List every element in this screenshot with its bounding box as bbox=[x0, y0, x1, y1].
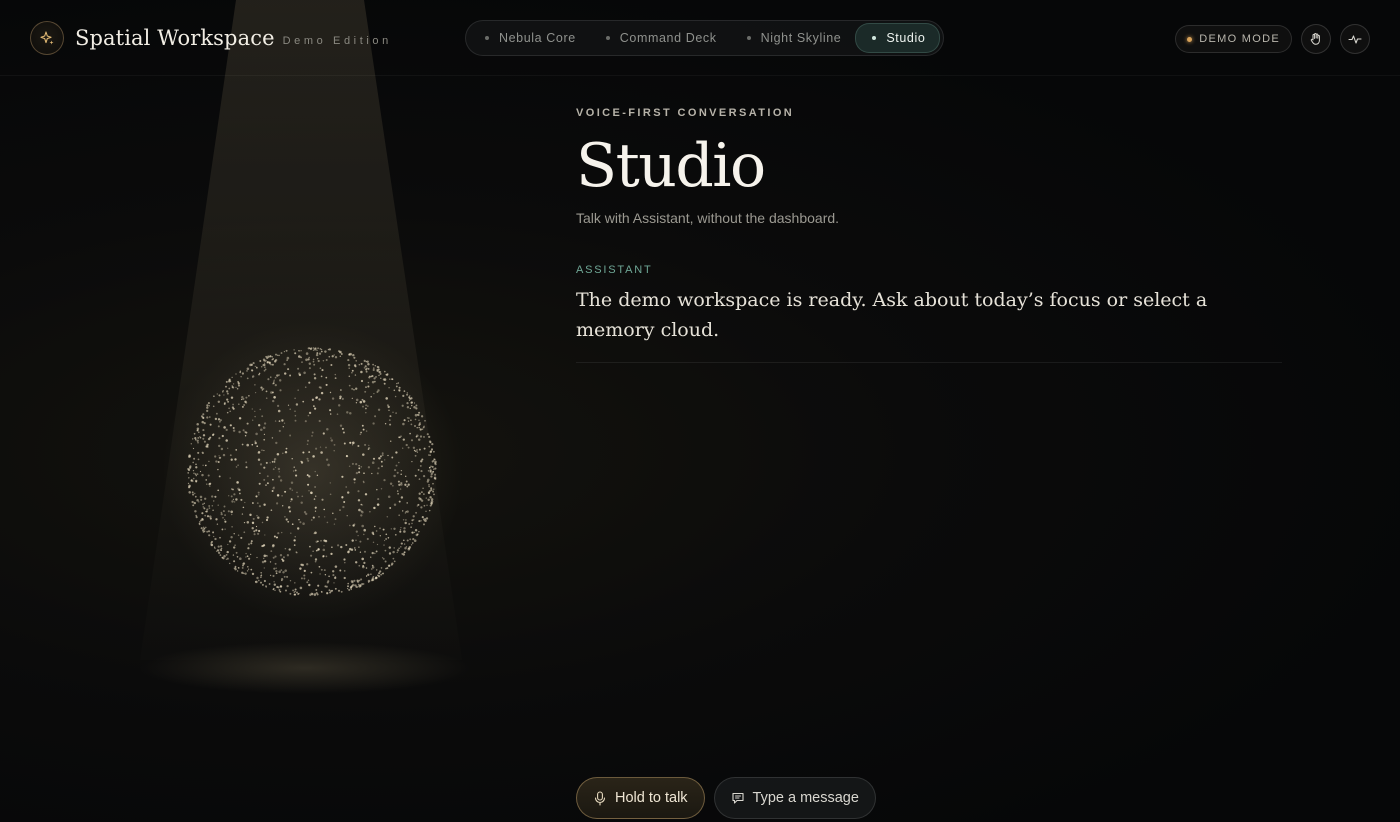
microphone-icon bbox=[593, 790, 607, 806]
message-role: ASSISTANT bbox=[576, 264, 653, 276]
assistant-message: The demo workspace is ready. Ask about t… bbox=[576, 289, 1208, 341]
page-eyebrow: VOICE-FIRST CONVERSATION bbox=[576, 107, 795, 119]
page-title: Studio bbox=[576, 131, 766, 201]
tab-label: Nebula Core bbox=[499, 31, 576, 45]
studio-page: Spatial Workspace Demo Edition Nebula Co… bbox=[0, 0, 1400, 822]
tab-label: Night Skyline bbox=[760, 31, 842, 45]
tab-dot bbox=[605, 36, 610, 40]
pulse-icon bbox=[1348, 35, 1362, 44]
hand-icon bbox=[1310, 33, 1320, 45]
header-tools: DEMO MODE bbox=[1175, 24, 1370, 54]
spotlight-visual bbox=[0, 0, 620, 720]
conversation-panel: VOICE-FIRST CONVERSATION Studio Talk wit… bbox=[576, 107, 1282, 363]
brand-title: Spatial Workspace bbox=[75, 26, 275, 50]
tab-nebula-core[interactable]: Nebula Core bbox=[469, 24, 590, 52]
demo-mode-badge[interactable]: DEMO MODE bbox=[1175, 25, 1292, 53]
brand[interactable]: Spatial Workspace Demo Edition bbox=[30, 21, 392, 55]
tab-label: Studio bbox=[886, 31, 926, 45]
hold-to-talk-button[interactable]: Hold to talk bbox=[576, 777, 705, 819]
floor-glow bbox=[140, 642, 470, 694]
tab-night-skyline[interactable]: Night Skyline bbox=[731, 24, 856, 52]
tab-dot bbox=[746, 36, 751, 40]
chat-bubble-icon bbox=[731, 791, 745, 805]
hold-to-talk-label: Hold to talk bbox=[615, 790, 688, 806]
gesture-button[interactable] bbox=[1301, 24, 1331, 54]
tab-studio[interactable]: Studio bbox=[855, 23, 941, 53]
activity-button[interactable] bbox=[1340, 24, 1370, 54]
tab-label: Command Deck bbox=[619, 31, 717, 45]
divider bbox=[576, 362, 1282, 363]
type-message-label: Type a message bbox=[752, 790, 859, 806]
tab-dot bbox=[485, 36, 489, 40]
page-subtitle: Talk with Assistant, without the dashboa… bbox=[576, 210, 840, 226]
demo-mode-label: DEMO MODE bbox=[1199, 33, 1280, 45]
scene-tabs: Nebula Core Command Deck Night Skyline S… bbox=[465, 20, 945, 56]
sparkle-icon bbox=[30, 21, 64, 55]
top-bar: Spatial Workspace Demo Edition Nebula Co… bbox=[0, 0, 1400, 76]
tab-command-deck[interactable]: Command Deck bbox=[590, 24, 731, 52]
tab-dot bbox=[872, 36, 877, 40]
status-dot bbox=[1187, 36, 1193, 42]
brand-subtitle: Demo Edition bbox=[282, 34, 392, 47]
input-controls: Hold to talk Type a message bbox=[576, 777, 876, 819]
type-message-button[interactable]: Type a message bbox=[713, 777, 876, 819]
